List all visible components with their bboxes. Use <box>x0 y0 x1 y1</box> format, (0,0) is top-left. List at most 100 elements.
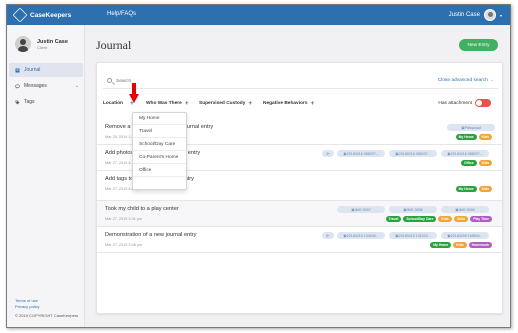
profile-avatar <box>15 36 31 52</box>
top-bar: CaseKeepers Help/FAQs Justin Case ▾ <box>7 5 510 25</box>
journal-card: Close advanced search → Location + Who W… <box>96 62 503 314</box>
sidebar-footer: Terms of use Privacy policy © 2019 COPYR… <box>15 298 78 319</box>
profile-role: Client <box>37 44 48 50</box>
attachment-name: 20180216 085037... <box>398 151 431 156</box>
plus-icon[interactable]: + <box>248 100 252 107</box>
search-icon <box>107 78 112 83</box>
attachment-name: 20180216 085037... <box>346 151 379 156</box>
sidebar-item-label: Tags <box>24 99 35 105</box>
journal-entry[interactable]: Took my child to a play center Mar 27, 20… <box>97 201 502 227</box>
attachment-name: IMG 0098 <box>406 207 423 212</box>
tag-badge[interactable]: Office <box>461 160 477 166</box>
attachment-name: 20180216 085037... <box>450 151 483 156</box>
attachment-name: Pdfupload <box>464 125 481 130</box>
entry-tags: My Home Kids <box>455 186 492 192</box>
dropdown-option[interactable]: My Home <box>133 113 186 125</box>
sidebar-item-messages[interactable]: Messages ⌄ <box>9 79 83 93</box>
sidebar-item-tags[interactable]: Tags <box>9 95 83 109</box>
close-advanced-search-link[interactable]: Close advanced search → <box>438 78 494 83</box>
entry-tags: My Home Kids Homework <box>430 242 492 248</box>
dropdown-option[interactable]: Office <box>133 164 186 177</box>
filter-label: Who Was There <box>146 101 182 106</box>
dropdown-option[interactable]: Travel <box>133 125 186 138</box>
tag-badge[interactable]: My Home <box>455 134 477 140</box>
tag-badge[interactable]: School/Day Care <box>403 216 437 222</box>
tag-badge[interactable]: Travel <box>385 216 402 222</box>
attachment-chip[interactable]: ▣ 20180215 131024... <box>389 232 437 239</box>
entry-title[interactable]: Took my child to a play center <box>105 206 179 212</box>
entry-tags: Travel School/Day Care Kids Child Play Time <box>385 216 492 222</box>
tag-badge[interactable]: Play Time <box>470 216 492 222</box>
filter-label: Supervised Custody <box>199 101 246 106</box>
tag-badge[interactable]: Kids <box>438 216 452 222</box>
app-window: CaseKeepers Help/FAQs Justin Case ▾ Just… <box>6 4 511 328</box>
attachment-name: 20180215 130408... <box>346 233 379 238</box>
entry-tags: My Home Kids <box>455 134 492 140</box>
filter-label: Negative Behaviors <box>263 101 308 106</box>
main-content: Journal New Entry Close advanced search … <box>86 25 510 327</box>
chat-bubble-icon <box>15 83 20 89</box>
attachment-chip[interactable]: ▣ 20180216 085037... <box>441 150 489 157</box>
tag-badge[interactable]: Kids <box>478 160 492 166</box>
user-name: Justin Case <box>448 12 480 18</box>
entry-tags: Office Kids <box>461 160 492 166</box>
tag-badge[interactable]: Child <box>453 216 469 222</box>
page-title: Journal <box>96 38 132 52</box>
sidebar-item-label: Messages <box>24 83 47 89</box>
privacy-link[interactable]: Privacy policy <box>15 304 78 310</box>
chevron-down-icon[interactable]: ⌄ <box>75 83 79 89</box>
attachment-chip[interactable]: ▣ IMG 0097 <box>337 206 385 213</box>
tag-badge[interactable]: My Home <box>455 186 477 192</box>
attachment-name: IMG 0097 <box>354 207 371 212</box>
chevron-down-icon: ▾ <box>499 12 502 18</box>
tag-icon <box>15 100 20 104</box>
filter-location[interactable]: Location + <box>103 100 134 107</box>
location-dropdown: My Home Travel School/Day Care Co-Parent's … <box>132 112 187 190</box>
entry-title[interactable]: Demonstration of a new journal entry <box>105 232 196 238</box>
filter-negative-behaviors[interactable]: Negative Behaviors + <box>263 100 315 107</box>
plus-icon[interactable]: + <box>130 100 134 107</box>
attachment-name: IMG 0099 <box>458 207 475 212</box>
attachment-name: 20180209 165846... <box>450 233 483 238</box>
sidebar: Justin Case Client Journal Messages ⌄ Ta… <box>7 25 85 327</box>
plus-icon[interactable]: + <box>185 100 189 107</box>
tag-badge[interactable]: Kids <box>478 134 492 140</box>
attachment-chip[interactable]: ▣ 20180216 085037... <box>389 150 437 157</box>
help-faqs-link[interactable]: Help/FAQs <box>107 11 136 17</box>
sidebar-item-label: Journal <box>24 67 41 73</box>
more-attachments-badge[interactable]: 5+ <box>322 232 334 239</box>
avatar <box>483 9 496 21</box>
journal-icon <box>15 68 20 72</box>
attachment-chip[interactable]: ▣ 20180216 085037... <box>337 150 385 157</box>
tag-badge[interactable]: Kids <box>478 186 492 192</box>
tag-badge[interactable]: My Home <box>430 242 452 248</box>
attachment-chip[interactable]: ▣ 20180215 130408... <box>337 232 385 239</box>
search-input[interactable] <box>116 76 316 86</box>
profile-card: Justin Case Client <box>15 36 68 52</box>
dropdown-option[interactable]: Co-Parent's Home <box>133 151 186 164</box>
sidebar-item-journal[interactable]: Journal <box>9 63 83 77</box>
attachment-chip[interactable]: ▣ 20180209 165846... <box>441 232 489 239</box>
dropdown-option[interactable]: School/Day Care <box>133 138 186 151</box>
attachment-chip[interactable]: ▣ IMG 0098 <box>389 206 437 213</box>
attachment-chip[interactable]: ▣ IMG 0099 <box>441 206 489 213</box>
app-logo[interactable]: CaseKeepers <box>12 7 71 23</box>
search-bar: Close advanced search → <box>103 74 498 89</box>
tag-badge[interactable]: Homework <box>468 242 492 248</box>
new-entry-button[interactable]: New Entry <box>459 39 498 51</box>
has-attachment-label: Has attachment <box>438 101 472 106</box>
plus-icon[interactable]: + <box>311 100 315 107</box>
filter-row: Location + Who Was There + Supervised Cu… <box>103 99 498 111</box>
attachment-chip[interactable]: ▣ Pdfupload <box>447 124 495 131</box>
journal-entry[interactable]: Demonstration of a new journal entry Mar … <box>97 227 502 253</box>
user-menu[interactable]: Justin Case ▾ <box>449 9 502 21</box>
copyright: © 2019 COPYRIGHT CaseKeepers <box>15 313 79 318</box>
entry-date: Mar 27, 2019 3:31 pm <box>105 217 143 221</box>
attachment-name: 20180215 131024... <box>398 233 431 238</box>
has-attachment-toggle[interactable] <box>475 99 491 107</box>
tag-badge[interactable]: Kids <box>453 242 467 248</box>
filter-supervised-custody[interactable]: Supervised Custody + <box>199 100 252 107</box>
more-attachments-badge[interactable]: 3+ <box>322 150 334 157</box>
filter-who-was-there[interactable]: Who Was There + <box>146 100 189 107</box>
profile-name: Justin Case <box>37 38 68 45</box>
